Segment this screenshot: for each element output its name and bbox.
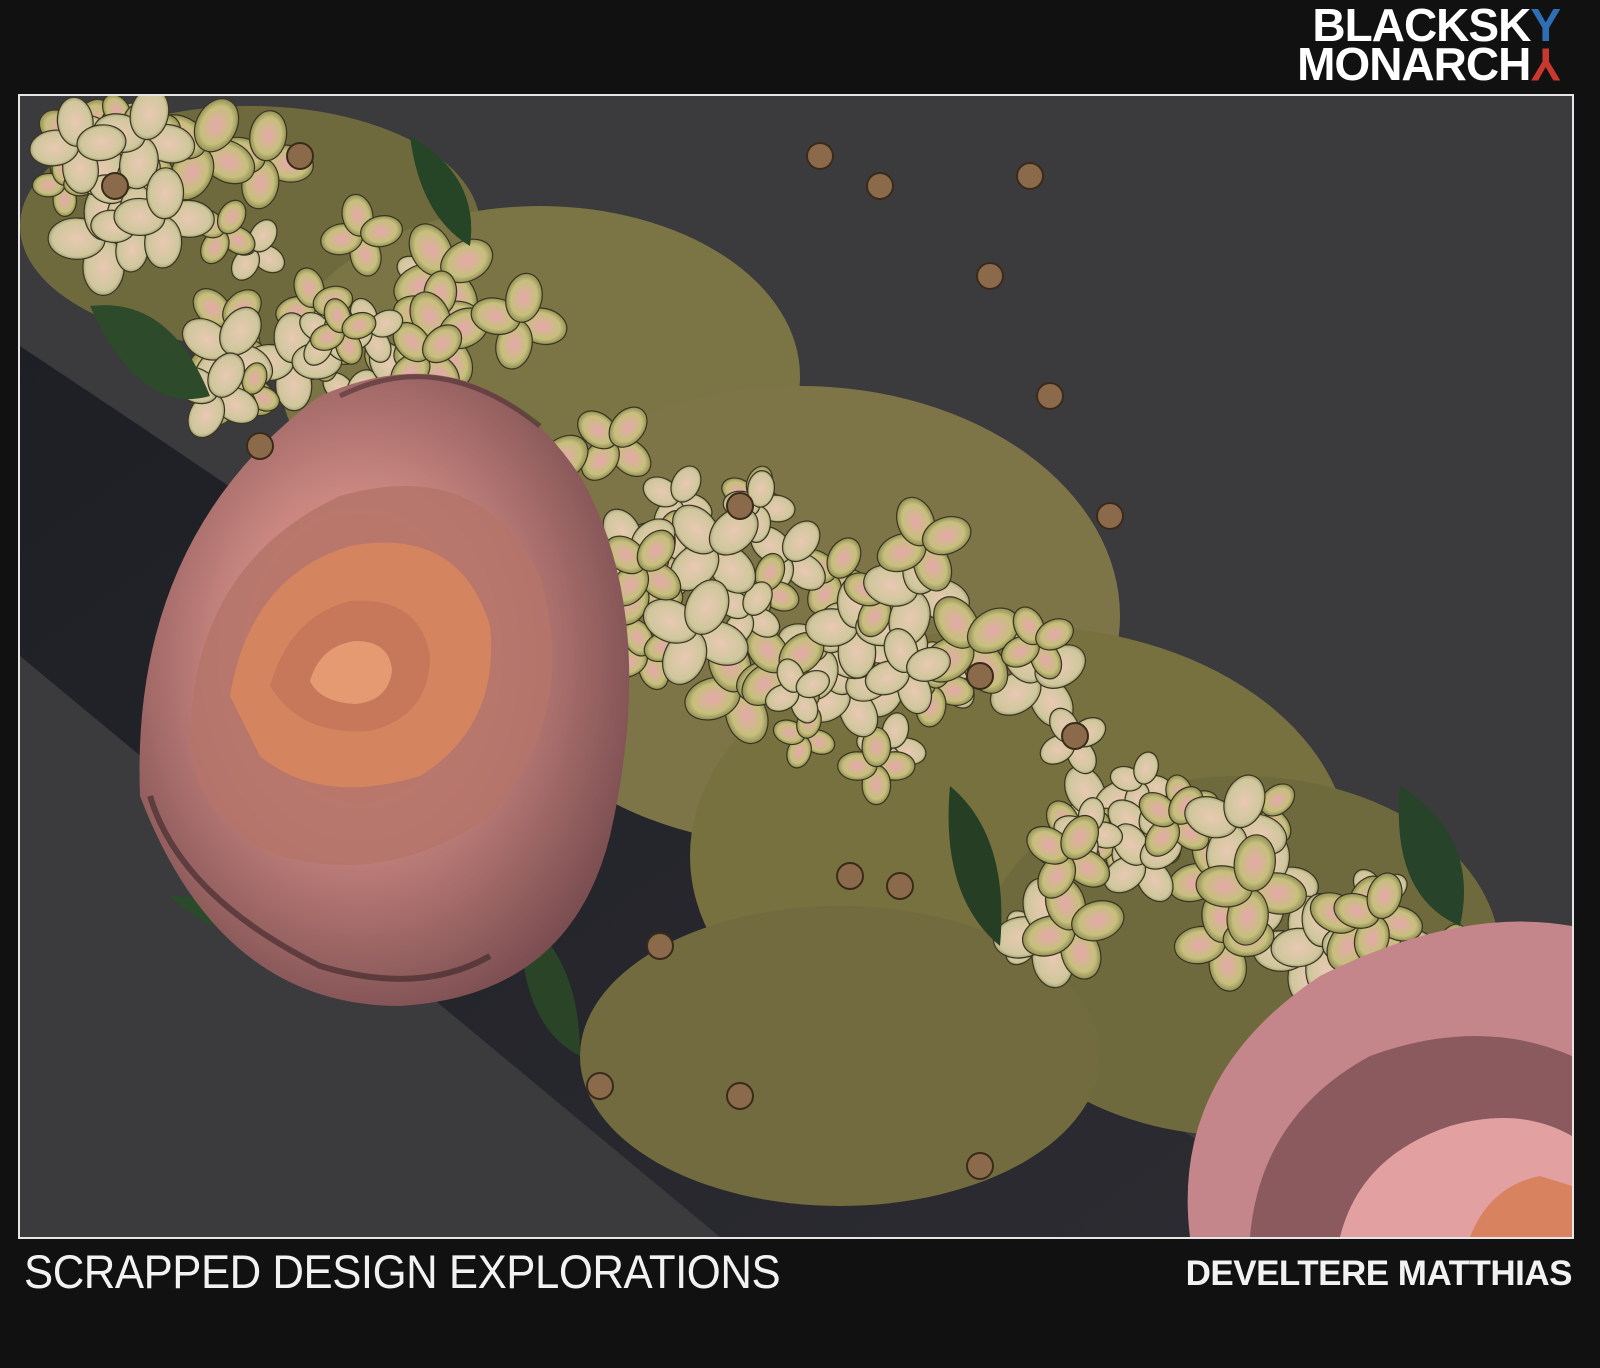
berry — [1016, 162, 1044, 190]
berry — [1061, 722, 1089, 750]
logo-accent-red: Y — [1530, 38, 1560, 91]
berry — [646, 932, 674, 960]
berry — [836, 862, 864, 890]
flower-bouquet-render — [20, 96, 1572, 1237]
brand-logo: BLACKSKY MONARCHY — [1297, 2, 1561, 91]
berry — [886, 872, 914, 900]
berry — [806, 142, 834, 170]
berry — [101, 172, 129, 200]
berry — [976, 262, 1004, 290]
berry — [726, 1082, 754, 1110]
footer-title: SCRAPPED DESIGN EXPLORATIONS — [24, 1245, 781, 1298]
berry — [586, 1072, 614, 1100]
berry — [286, 142, 314, 170]
logo-line-2: MONARCHY — [1297, 37, 1560, 91]
artwork-frame — [18, 94, 1574, 1239]
berry — [1096, 502, 1124, 530]
berry — [966, 1152, 994, 1180]
berry — [866, 172, 894, 200]
berry — [1036, 382, 1064, 410]
rose-main — [139, 373, 630, 1006]
berry — [966, 662, 994, 690]
footer-author: DEVELTERE MATTHIAS — [1185, 1254, 1573, 1293]
berry — [246, 432, 274, 460]
berry — [726, 492, 754, 520]
